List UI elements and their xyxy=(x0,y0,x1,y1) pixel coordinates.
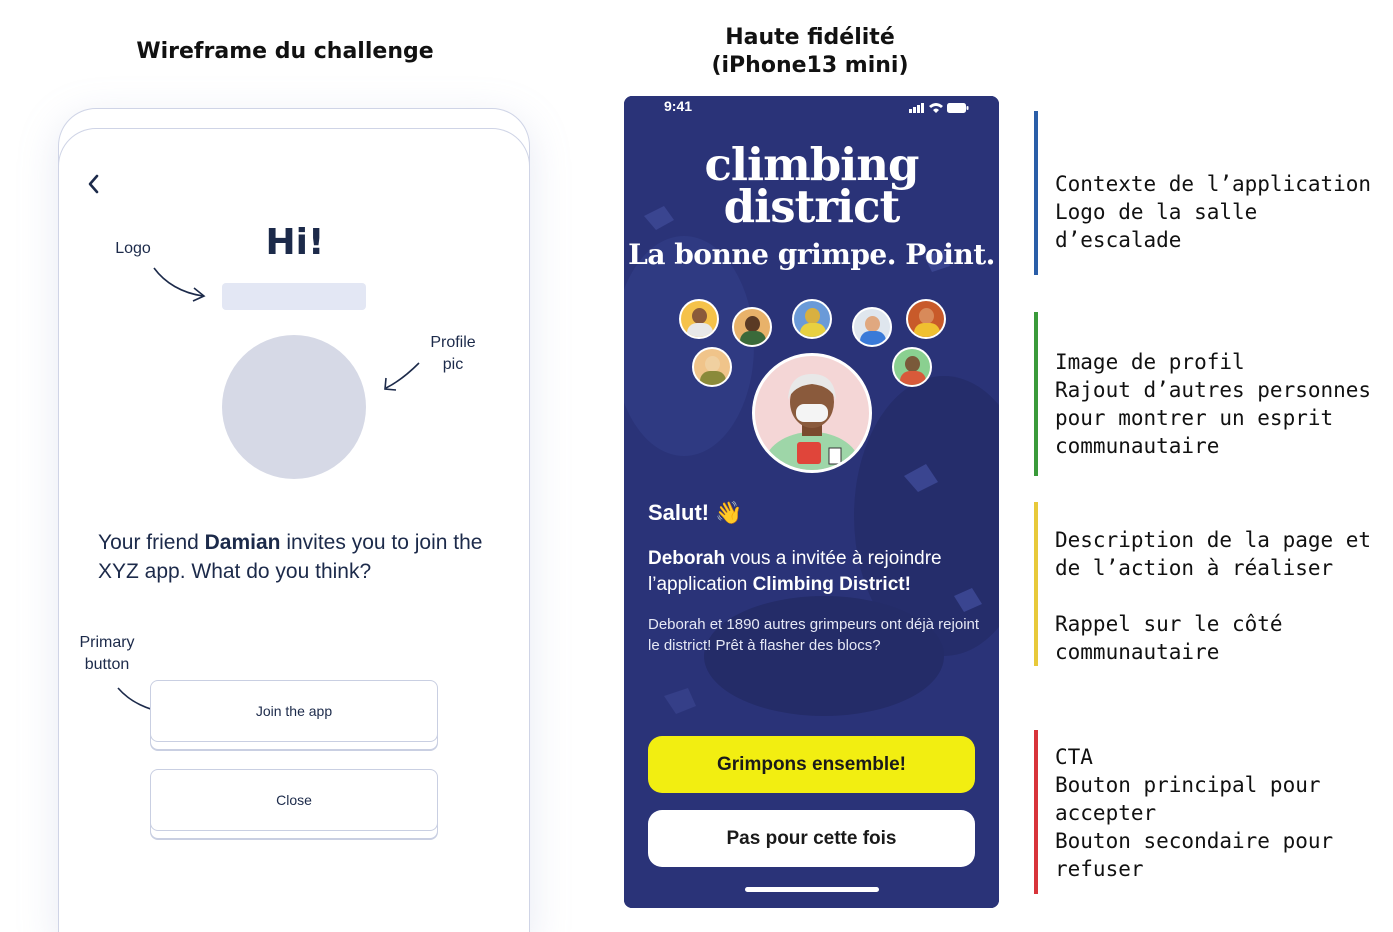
decline-button[interactable]: Pas pour cette fois xyxy=(648,810,975,867)
hifi-title-line1: Haute fidélité xyxy=(725,25,895,50)
hifi-phone-screen: 9:41 climbing district La bonne grimpe. … xyxy=(624,96,999,908)
hifi-title-line2: (iPhone13 mini) xyxy=(711,53,909,78)
brand-logo-line2: district xyxy=(723,180,901,233)
note-primary-line1: Primary xyxy=(79,634,135,651)
annotation-cta: CTA Bouton principal pour accepter Bouto… xyxy=(1055,745,1334,881)
note-logo: Logo xyxy=(115,240,151,257)
community-avatar xyxy=(906,299,946,339)
greeting: Salut! 👋 xyxy=(648,500,743,525)
note-primary-line2: button xyxy=(84,656,130,673)
community-avatar xyxy=(852,307,892,347)
app-name: Climbing District! xyxy=(752,574,911,595)
community-avatar xyxy=(692,347,732,387)
wireframe-logo-placeholder xyxy=(222,283,366,310)
annotation-profile: Image de profil Rajout d’autres personne… xyxy=(1055,350,1372,458)
status-time: 9:41 xyxy=(664,98,693,114)
brand-logo: climbing district xyxy=(624,142,999,233)
annotation-bar-context xyxy=(1034,111,1038,275)
signal-icon xyxy=(909,109,912,113)
note-profile-line1: Profile xyxy=(430,334,476,351)
community-avatar xyxy=(732,307,772,347)
wireframe-join-button[interactable]: Join the app xyxy=(150,680,438,742)
annotation-context: Contexte de l’application Logo de la sal… xyxy=(1055,172,1372,252)
note-primary-button: Primary button xyxy=(66,632,148,676)
community-avatar xyxy=(679,299,719,339)
wireframe-invite-text: Your friend Damian invites you to join t… xyxy=(98,531,483,583)
accept-button[interactable]: Grimpons ensemble! xyxy=(648,736,975,793)
wireframe-greeting: Hi! xyxy=(265,222,325,263)
hifi-title: Haute fidélité (iPhone13 mini) xyxy=(660,24,960,80)
inviter-name: Deborah xyxy=(648,548,726,569)
annotation-bar-description xyxy=(1034,502,1038,666)
note-profile-line2: pic xyxy=(442,356,464,373)
wireframe-title: Wireframe du challenge xyxy=(136,39,434,64)
annotation-bar-profile xyxy=(1034,312,1038,476)
chevron-left-icon[interactable] xyxy=(84,170,104,198)
community-reminder: Deborah et 1890 autres grimpeurs ont déj… xyxy=(648,616,980,654)
wifi-icon xyxy=(929,103,943,113)
inviter-profile-pic xyxy=(752,353,872,473)
wireframe-friend-name: Damian xyxy=(204,531,281,554)
invite-text: Deborah vous a invitée à rejoindre l’app… xyxy=(648,548,942,595)
annotation-description: Description de la page et de l’action à … xyxy=(1055,528,1372,664)
community-avatar xyxy=(892,347,932,387)
wireframe-close-button[interactable]: Close xyxy=(150,769,438,831)
annotation-bar-cta xyxy=(1034,730,1038,894)
tagline: La bonne grimpe. Point. xyxy=(628,238,995,271)
home-indicator xyxy=(745,887,879,892)
community-avatar xyxy=(792,299,832,339)
battery-icon xyxy=(947,103,966,113)
wireframe-profile-pic-placeholder xyxy=(222,335,366,479)
status-icons xyxy=(909,103,969,113)
note-profile-pic: Profile pic xyxy=(418,332,488,376)
